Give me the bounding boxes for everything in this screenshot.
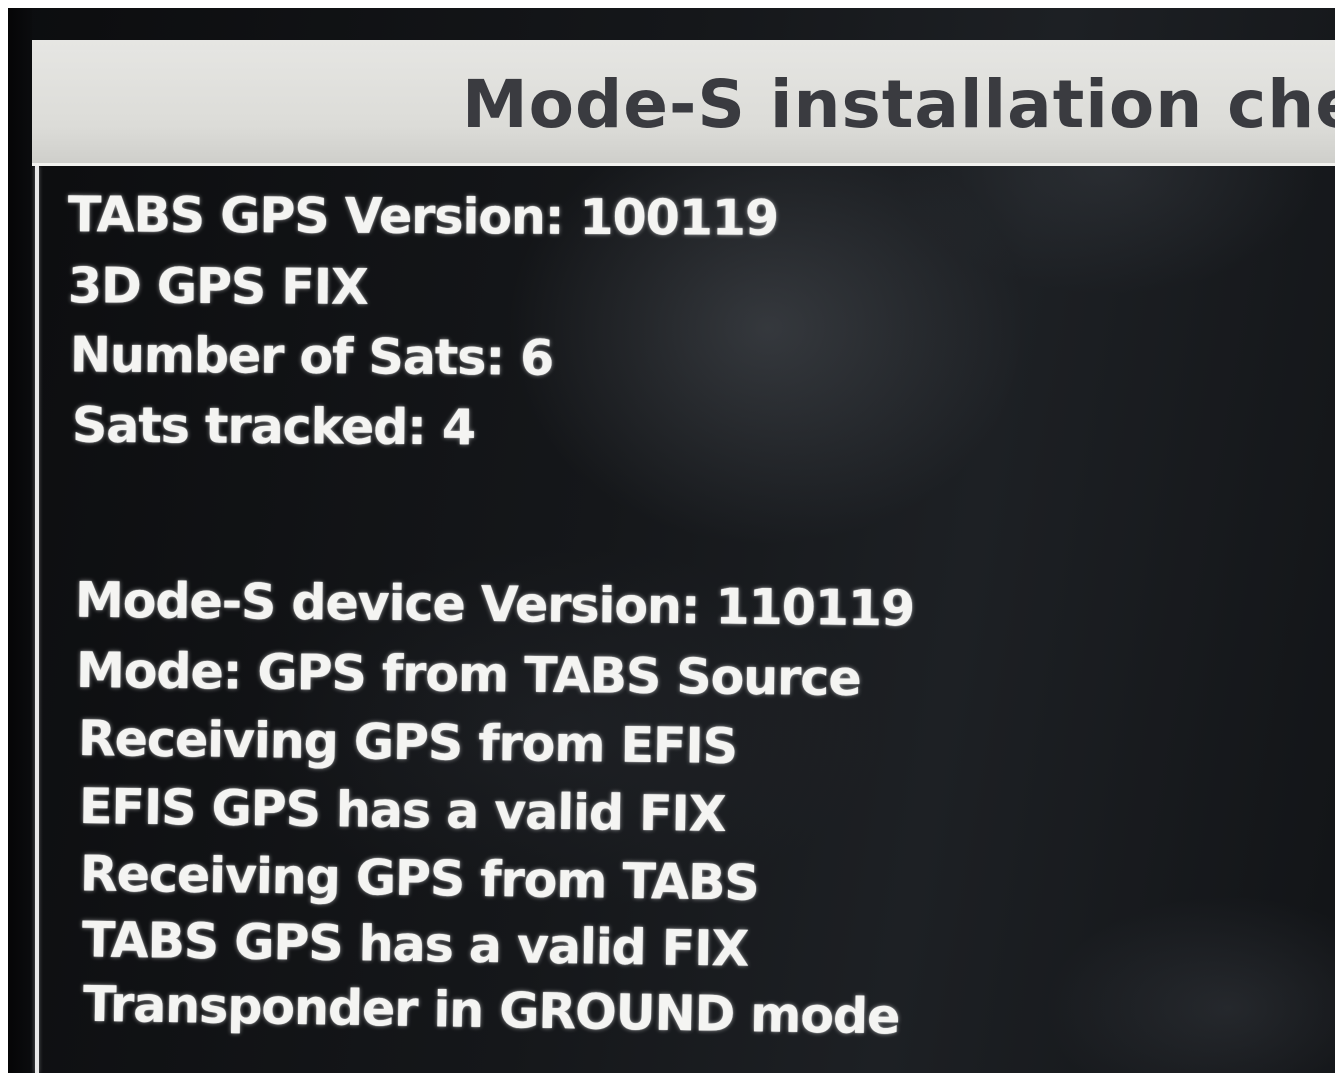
receiving-tabs-line: Receiving GPS from TABS <box>79 845 760 912</box>
device-photo: Mode-S installation checks TABS GPS Vers… <box>8 8 1335 1073</box>
gps-version-line: TABS GPS Version: 100119 <box>67 186 779 247</box>
tabs-valid-fix-line: TABS GPS has a valid FIX <box>81 911 749 978</box>
transponder-mode-line: Transponder in GROUND mode <box>82 975 900 1046</box>
window-title: Mode-S installation checks <box>462 66 1335 143</box>
mode-line: Mode: GPS from TABS Source <box>75 641 861 708</box>
title-bar: Mode-S installation checks <box>32 40 1335 166</box>
sats-tracked-line: Sats tracked: 4 <box>71 396 476 457</box>
screen-bezel-edge <box>8 8 32 1073</box>
receiving-efis-line: Receiving GPS from EFIS <box>77 709 738 776</box>
efis-valid-fix-line: EFIS GPS has a valid FIX <box>78 778 726 843</box>
num-sats-line: Number of Sats: 6 <box>69 326 554 387</box>
gps-fix-line: 3D GPS FIX <box>67 257 368 316</box>
content-panel-border <box>35 166 39 1073</box>
mode-s-version-line: Mode-S device Version: 110119 <box>74 571 915 638</box>
